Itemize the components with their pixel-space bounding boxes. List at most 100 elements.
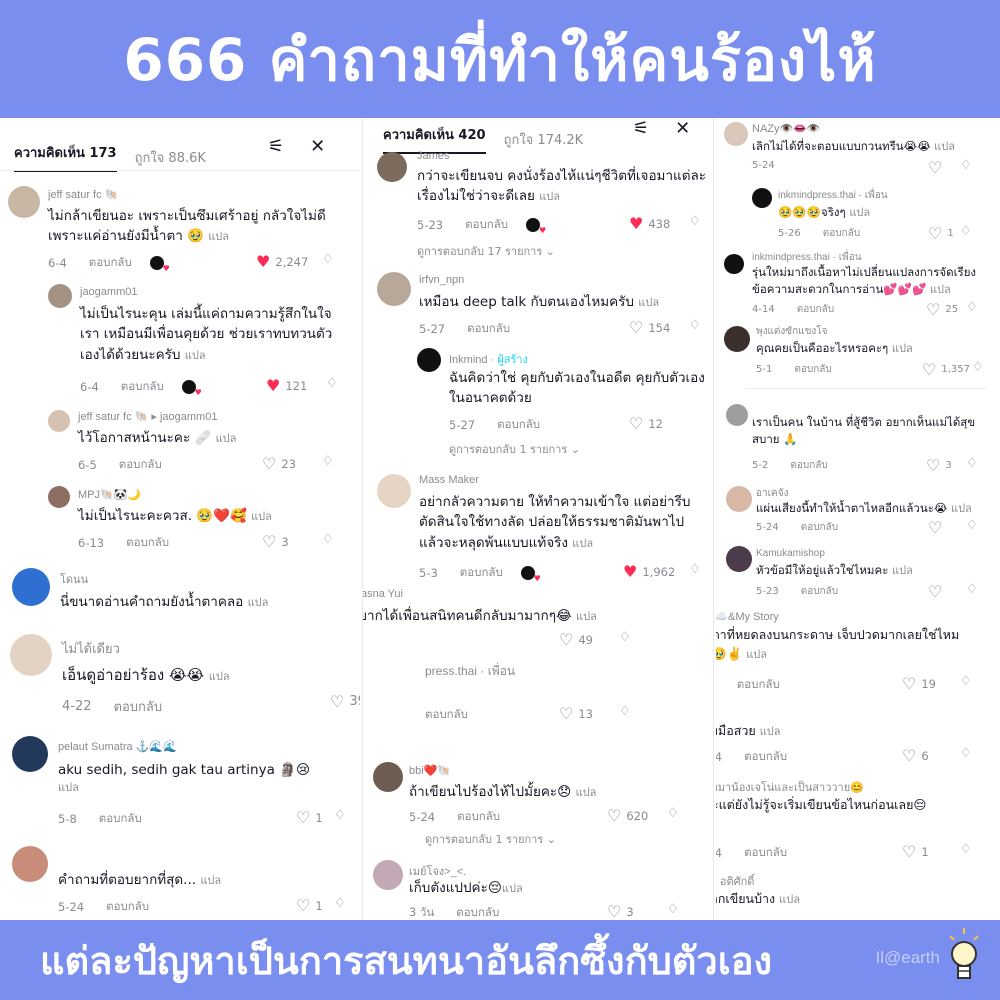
translate-link[interactable]: แปล bbox=[951, 502, 972, 515]
like-button[interactable]: ♥ 121 bbox=[266, 376, 307, 395]
avatar[interactable] bbox=[12, 846, 48, 882]
like-button[interactable]: ♡ bbox=[928, 518, 947, 537]
avatar[interactable] bbox=[417, 348, 441, 372]
comment-author[interactable]: jeff satur fc 🐚 bbox=[48, 188, 118, 201]
comment-author[interactable]: มัมหมาน้องเจโน่และเป็นสาววาย😊 bbox=[716, 778, 864, 796]
reply-button[interactable]: ตอบกลับ bbox=[460, 564, 503, 582]
like-button[interactable]: ♥ 438 bbox=[629, 214, 670, 233]
avatar[interactable] bbox=[48, 284, 72, 308]
view-replies-link[interactable]: ดูการตอบกลับ 17 รายการ ⌄ bbox=[417, 242, 555, 260]
comment-author[interactable]: พุงแต่งซักแขงโจ bbox=[756, 324, 828, 339]
comment-author[interactable]: ไม่ได้เดียว bbox=[62, 638, 120, 659]
view-replies-link[interactable]: ดูการตอบกลับ 1 รายการ ⌄ bbox=[449, 440, 580, 458]
tab-comments[interactable]: ความคิดเห็น 173 bbox=[14, 142, 117, 172]
comment-author[interactable]: Inkmind · ผู้สร้าง bbox=[449, 350, 528, 368]
reply-button[interactable]: ตอบกลับ bbox=[497, 416, 540, 434]
comment-author[interactable]: pelaut Sumatra ⚓🌊🌊 bbox=[58, 740, 177, 753]
dislike-icon[interactable]: ♢ bbox=[689, 214, 701, 229]
avatar[interactable] bbox=[726, 486, 752, 512]
like-button[interactable]: ♡ 12 bbox=[629, 414, 663, 433]
like-button[interactable]: ♡ 1 bbox=[928, 224, 954, 243]
close-icon[interactable]: ✕ bbox=[675, 118, 690, 139]
reply-button[interactable]: ตอบกลับ bbox=[114, 696, 163, 717]
avatar[interactable] bbox=[373, 860, 403, 890]
translate-link[interactable]: แปล bbox=[572, 537, 593, 550]
like-button[interactable]: ♡ 6 bbox=[902, 746, 929, 765]
translate-link[interactable]: แปล bbox=[251, 510, 272, 523]
reply-button[interactable]: ตอบกลับ bbox=[99, 810, 142, 828]
dislike-icon[interactable]: ♢ bbox=[322, 454, 334, 469]
dislike-icon[interactable]: ♢ bbox=[322, 532, 334, 547]
dislike-icon[interactable]: ♢ bbox=[619, 630, 631, 645]
dislike-icon[interactable]: ♢ bbox=[334, 808, 346, 823]
translate-link[interactable]: แปล bbox=[576, 610, 597, 623]
dislike-icon[interactable]: ♢ bbox=[960, 842, 972, 857]
reply-button[interactable]: ตอบกลับ bbox=[119, 456, 162, 474]
like-button[interactable]: ♡ 1 bbox=[902, 842, 929, 861]
translate-link[interactable]: แปล bbox=[638, 296, 659, 309]
dislike-icon[interactable]: ♢ bbox=[326, 376, 338, 391]
like-button[interactable]: ♡ 3 bbox=[926, 456, 952, 475]
like-button[interactable]: ♡ 49 bbox=[559, 630, 593, 649]
like-button[interactable]: ♡ 3 bbox=[607, 902, 634, 920]
like-button[interactable]: ♡ 19 bbox=[902, 674, 936, 693]
comment-author[interactable]: inkmindpress.thai · เพื่อน bbox=[778, 188, 888, 203]
avatar[interactable] bbox=[752, 188, 772, 208]
reply-button[interactable]: ตอบกลับ bbox=[790, 458, 827, 473]
like-button[interactable]: ♡ 1,357 bbox=[922, 360, 970, 379]
avatar[interactable] bbox=[724, 254, 744, 274]
translate-link[interactable]: แปล bbox=[930, 283, 951, 296]
comment-author[interactable]: press.thai · เพื่อน bbox=[425, 662, 515, 681]
dislike-icon[interactable]: ♢ bbox=[966, 582, 978, 597]
like-button[interactable]: ♥ 2,247 bbox=[256, 252, 308, 271]
dislike-icon[interactable]: ♢ bbox=[960, 674, 972, 689]
reply-button[interactable]: ตอบกลับ bbox=[467, 320, 510, 338]
avatar[interactable] bbox=[12, 568, 50, 606]
translate-link[interactable]: แปล bbox=[849, 206, 870, 219]
comment-author[interactable]: bbi❤️🐚 bbox=[409, 764, 451, 777]
like-button[interactable]: ♡ 1 bbox=[296, 808, 323, 827]
avatar[interactable] bbox=[373, 762, 403, 792]
translate-link[interactable]: แปล bbox=[892, 564, 913, 577]
reply-button[interactable]: ตอบกลับ bbox=[121, 378, 164, 396]
avatar[interactable] bbox=[726, 404, 748, 426]
comment-author[interactable]: Wasna Yui bbox=[363, 588, 403, 600]
dislike-icon[interactable]: ♢ bbox=[966, 300, 978, 315]
translate-link[interactable]: แปล bbox=[185, 349, 206, 362]
translate-link[interactable]: แปล bbox=[760, 725, 781, 738]
comment-author[interactable]: Kamukamishop bbox=[756, 548, 825, 559]
avatar[interactable] bbox=[724, 326, 750, 352]
like-button[interactable]: ♡ bbox=[928, 158, 947, 177]
translate-link[interactable]: แปล bbox=[934, 140, 955, 153]
reply-button[interactable]: ตอบกลับ bbox=[737, 676, 780, 694]
comment-author[interactable]: jeff satur fc 🐚 ▸ jaogamm01 bbox=[78, 410, 217, 423]
avatar[interactable] bbox=[726, 546, 752, 572]
dislike-icon[interactable]: ♢ bbox=[619, 704, 631, 719]
comment-author[interactable]: jaogamm01 bbox=[80, 286, 137, 298]
translate-link[interactable]: แปล bbox=[200, 874, 221, 887]
like-button[interactable]: ♥ 1,962 bbox=[623, 562, 675, 581]
dislike-icon[interactable]: ♢ bbox=[972, 360, 984, 375]
comment-author[interactable]: Sky☁️&My Story bbox=[716, 610, 779, 623]
dislike-icon[interactable]: ♢ bbox=[966, 518, 978, 533]
avatar[interactable] bbox=[12, 736, 48, 772]
reply-button[interactable]: ตอบกลับ bbox=[794, 362, 831, 377]
comment-author[interactable]: Mass Maker bbox=[419, 474, 479, 486]
reply-button[interactable]: ตอบกลับ bbox=[106, 898, 149, 916]
reply-button[interactable]: ตอบกลับ bbox=[744, 844, 787, 862]
reply-button[interactable]: ตอบกลับ bbox=[797, 302, 834, 317]
dislike-icon[interactable]: ♢ bbox=[667, 806, 679, 821]
reply-button[interactable]: ตอบกลับ bbox=[801, 520, 838, 535]
dislike-icon[interactable]: ♢ bbox=[322, 252, 334, 267]
avatar[interactable] bbox=[10, 634, 52, 676]
comment-author[interactable]: NAZy👁️👄👁️ bbox=[752, 122, 821, 135]
translate-link[interactable]: แปล bbox=[892, 342, 913, 355]
avatar[interactable] bbox=[48, 486, 70, 508]
translate-link[interactable]: แปล bbox=[779, 893, 800, 906]
like-button[interactable]: ♡ 154 bbox=[629, 318, 670, 337]
reply-button[interactable]: ตอบกลับ bbox=[823, 226, 860, 241]
reply-button[interactable]: ตอบกลับ bbox=[126, 534, 169, 552]
reply-button[interactable]: ตอบกลับ bbox=[89, 254, 132, 272]
comment-author[interactable]: irfvn_npn bbox=[419, 274, 464, 286]
like-button[interactable]: ♡39 bbox=[330, 692, 360, 711]
